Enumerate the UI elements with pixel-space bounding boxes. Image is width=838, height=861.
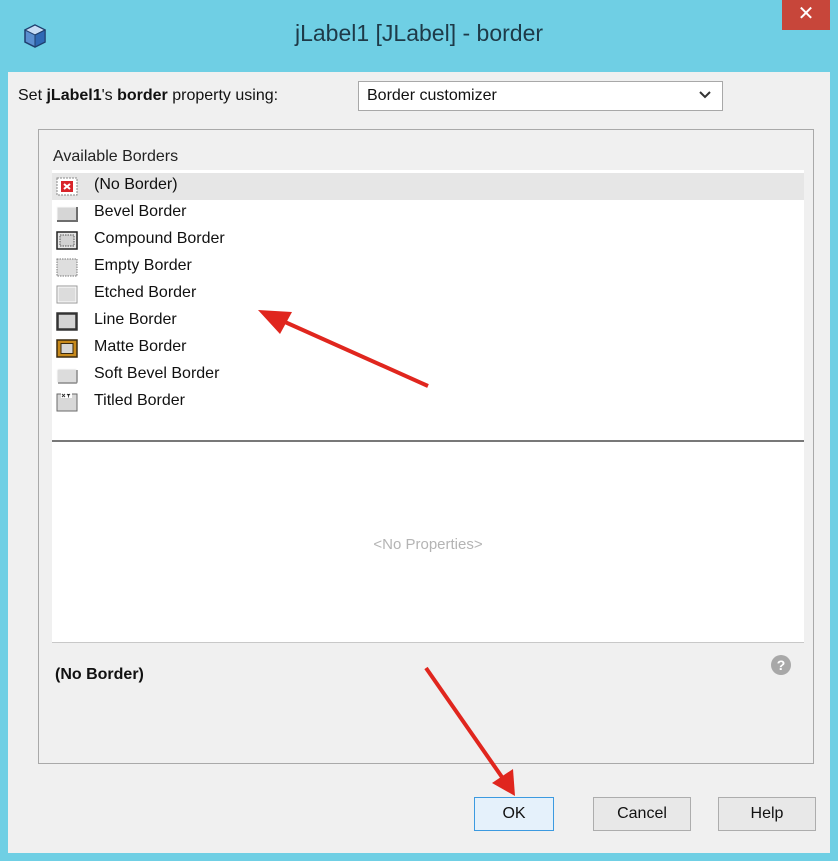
window-title: jLabel1 [JLabel] - border: [294, 20, 544, 46]
component-name: jLabel1: [46, 87, 102, 104]
available-borders-label: Available Borders: [53, 148, 179, 165]
list-item-label: Etched Border: [94, 284, 197, 301]
list-item-label: (No Border): [94, 176, 178, 193]
list-item-label: Matte Border: [94, 338, 187, 355]
selected-border-name: (No Border): [55, 666, 144, 683]
list-item-line-border[interactable]: Line Border: [52, 308, 804, 335]
list-item-label: Compound Border: [94, 230, 225, 247]
list-item-bevel-border[interactable]: Bevel Border: [52, 200, 804, 227]
list-item-label: Titled Border: [94, 392, 185, 409]
list-item-label: Line Border: [94, 311, 177, 328]
available-borders-list[interactable]: (No Border) Bevel Border Compound Border: [52, 170, 804, 442]
compound-border-icon: [56, 231, 78, 250]
close-button[interactable]: ✕: [782, 0, 830, 30]
property-name: border: [117, 87, 168, 104]
dialog-content: Set jLabel1's border property using: Bor…: [8, 72, 830, 853]
no-properties-text: <No Properties>: [373, 536, 483, 553]
title-bar[interactable]: jLabel1 [JLabel] - border ✕: [0, 0, 838, 72]
property-editor-select[interactable]: Border customizer: [358, 81, 723, 111]
list-item-label: Bevel Border: [94, 203, 187, 220]
property-editor-row: Set jLabel1's border property using: Bor…: [8, 72, 830, 122]
border-properties-panel: <No Properties>: [52, 442, 804, 643]
list-item-empty-border[interactable]: Empty Border: [52, 254, 804, 281]
etched-border-icon: [56, 285, 78, 304]
list-item-soft-bevel-border[interactable]: Soft Bevel Border: [52, 362, 804, 389]
border-dialog: jLabel1 [JLabel] - border ✕ Set jLabel1'…: [0, 0, 838, 861]
list-item-label: Empty Border: [94, 257, 192, 274]
selected-editor: Border customizer: [367, 87, 497, 104]
border-customizer-panel: Available Borders (No Border) Bevel Bord…: [38, 129, 814, 764]
list-item-etched-border[interactable]: Etched Border: [52, 281, 804, 308]
empty-border-icon: [56, 258, 78, 277]
bevel-border-icon: [56, 206, 78, 222]
matte-border-icon: [56, 339, 78, 358]
label-suffix: property using:: [167, 87, 279, 104]
list-item-compound-border[interactable]: Compound Border: [52, 227, 804, 254]
no-border-icon: [56, 177, 78, 196]
ok-button[interactable]: OK: [474, 797, 554, 831]
titled-border-icon: [56, 393, 78, 412]
line-border-icon: [56, 312, 78, 331]
list-item-no-border[interactable]: (No Border): [52, 173, 804, 200]
help-button[interactable]: Help: [718, 797, 816, 831]
help-icon[interactable]: ?: [770, 654, 792, 676]
list-item-label: Soft Bevel Border: [94, 365, 220, 382]
soft-bevel-border-icon: [56, 368, 78, 384]
label-possessive: 's: [101, 87, 118, 104]
cancel-button[interactable]: Cancel: [593, 797, 691, 831]
property-editor-label: Set jLabel1's border property using:: [18, 87, 278, 105]
chevron-down-icon: [699, 91, 711, 99]
svg-text:?: ?: [777, 657, 786, 673]
list-item-titled-border[interactable]: Titled Border: [52, 389, 804, 416]
list-item-matte-border[interactable]: Matte Border: [52, 335, 804, 362]
label-prefix: Set: [18, 87, 47, 104]
